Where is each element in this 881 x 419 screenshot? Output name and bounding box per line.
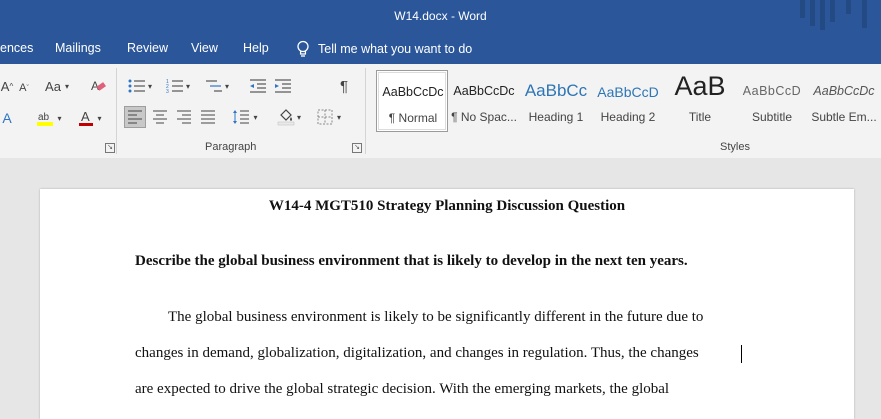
borders-button[interactable]: ▾ (312, 106, 346, 128)
borders-icon (317, 109, 333, 125)
pilcrow-icon: ¶ (339, 77, 349, 95)
style-no-spacing[interactable]: AaBbCcDc ¶ No Spac... (448, 70, 520, 132)
styles-group-label: Styles (720, 141, 750, 153)
style-name: Title (688, 110, 712, 124)
line-spacing-icon (233, 110, 250, 124)
ribbon: A ^ Aˇ Aa ▾ A A ab ▾ A ▾ ↘ ▾ 1 2 3 ▾ ▾ ¶… (0, 64, 881, 159)
chevron-down-icon: ▾ (185, 81, 190, 91)
chevron-down-icon: ▾ (224, 81, 229, 91)
style-name: Heading 2 (600, 110, 656, 124)
style-preview: AaB (674, 71, 726, 101)
change-case-button[interactable]: Aa ▾ (40, 76, 74, 96)
style-name: Heading 1 (528, 110, 584, 124)
chevron-down-icon: ▾ (147, 81, 152, 91)
tab-help[interactable]: Help (243, 41, 269, 55)
increase-indent-button[interactable] (272, 76, 294, 96)
font-color-icon: A (79, 109, 94, 126)
chevron-down-icon: ▾ (64, 81, 69, 91)
document-title: W14-4 MGT510 Strategy Planning Discussio… (268, 198, 626, 214)
show-formatting-button[interactable]: ¶ (335, 76, 353, 96)
change-case-label: Aa (45, 78, 61, 94)
tell-me-search[interactable]: Tell me what you want to do (296, 39, 472, 59)
style-normal[interactable]: AaBbCcDc ¶ Normal (376, 70, 448, 132)
svg-text:A: A (81, 109, 90, 124)
align-left-button[interactable] (124, 106, 146, 128)
font-color-button[interactable]: A ▾ (74, 108, 106, 128)
discussion-question: Describe the global business environment… (135, 253, 688, 269)
document-canvas: W14-4 MGT510 Strategy Planning Discussio… (0, 158, 881, 419)
body-line: changes in demand, globalization, digita… (135, 345, 699, 361)
shading-button[interactable]: ▾ (273, 106, 305, 128)
tab-review[interactable]: Review (127, 41, 168, 55)
style-preview: AaBbCcD (742, 84, 802, 98)
justify-icon (201, 110, 215, 124)
style-name: ¶ Normal (388, 111, 438, 125)
grow-font-button[interactable]: A ^ (0, 77, 14, 95)
style-name: ¶ No Spac... (451, 110, 517, 124)
style-name: Subtitle (751, 110, 793, 124)
bullets-button[interactable]: ▾ (124, 76, 156, 96)
tell-me-text: Tell me what you want to do (318, 42, 473, 56)
highlighter-icon: ab (37, 112, 54, 126)
numbered-list-icon: 1 2 3 (166, 79, 183, 94)
line-spacing-button[interactable]: ▾ (228, 106, 262, 128)
tab-references[interactable]: ences (0, 41, 33, 55)
shrink-font-button[interactable]: Aˇ (17, 79, 31, 97)
document-page[interactable]: W14-4 MGT510 Strategy Planning Discussio… (40, 189, 854, 419)
body-line: are expected to drive the global strateg… (135, 381, 670, 397)
group-divider (116, 68, 117, 154)
title-bar: W14.docx - Word (0, 0, 881, 34)
highlight-color-button[interactable]: ab ▾ (33, 108, 65, 128)
style-title[interactable]: AaB Title (664, 70, 736, 132)
style-preview: AaBbCc (524, 81, 588, 100)
style-heading-1[interactable]: AaBbCc Heading 1 (520, 70, 592, 132)
increase-indent-icon (275, 79, 291, 93)
chevron-down-icon: ▾ (336, 112, 341, 122)
chevron-down-icon: ▾ (253, 112, 258, 122)
text-cursor (741, 345, 742, 363)
style-name: Subtle Em... (811, 110, 877, 124)
numbering-button[interactable]: 1 2 3 ▾ (162, 76, 194, 96)
align-right-button[interactable] (173, 106, 195, 128)
align-right-icon (177, 110, 191, 124)
chevron-down-icon: ▾ (97, 113, 102, 123)
clear-formatting-icon: A (91, 79, 106, 93)
style-preview: AaBbCcDc (453, 84, 515, 98)
paint-bucket-icon (277, 109, 295, 126)
style-heading-2[interactable]: AaBbCcD Heading 2 (592, 70, 664, 132)
lightbulb-icon (297, 40, 309, 57)
clear-formatting-button[interactable]: A (88, 76, 108, 96)
style-subtle-emphasis[interactable]: AaBbCcDc Subtle Em... (808, 70, 880, 132)
body-line: The global business environment is likel… (168, 309, 704, 325)
align-center-icon (153, 110, 167, 124)
multilevel-list-button[interactable]: ▾ (201, 76, 233, 96)
text-effects-button[interactable]: A (0, 108, 14, 128)
window-title: W14.docx - Word (394, 9, 487, 23)
align-center-button[interactable] (149, 106, 171, 128)
svg-text:3: 3 (166, 89, 169, 94)
tab-view[interactable]: View (191, 41, 218, 55)
style-preview: AaBbCcDc (813, 84, 875, 98)
style-subtitle[interactable]: AaBbCcD Subtitle (736, 70, 808, 132)
chevron-down-icon: ▾ (57, 113, 62, 123)
style-preview: AaBbCcDc (382, 85, 444, 99)
svg-text:ab: ab (38, 112, 50, 123)
justify-button[interactable] (197, 106, 219, 128)
align-left-icon (128, 110, 142, 124)
styles-gallery: AaBbCcDc ¶ Normal AaBbCcDc ¶ No Spac... … (374, 70, 881, 134)
paragraph-group-label: Paragraph (205, 141, 257, 153)
chevron-down-icon: ▾ (296, 112, 301, 122)
decrease-indent-button[interactable] (247, 76, 269, 96)
tab-mailings[interactable]: Mailings (55, 41, 101, 55)
decrease-indent-icon (250, 79, 266, 93)
multilevel-list-icon (205, 80, 222, 92)
ribbon-tab-row: ences Mailings Review View Help Tell me … (0, 34, 881, 64)
font-dialog-launcher-icon[interactable]: ↘ (105, 143, 115, 153)
bullet-list-icon (128, 79, 145, 93)
paragraph-dialog-launcher-icon[interactable]: ↘ (352, 143, 362, 153)
group-divider (365, 68, 366, 154)
style-preview: AaBbCcD (597, 84, 659, 100)
